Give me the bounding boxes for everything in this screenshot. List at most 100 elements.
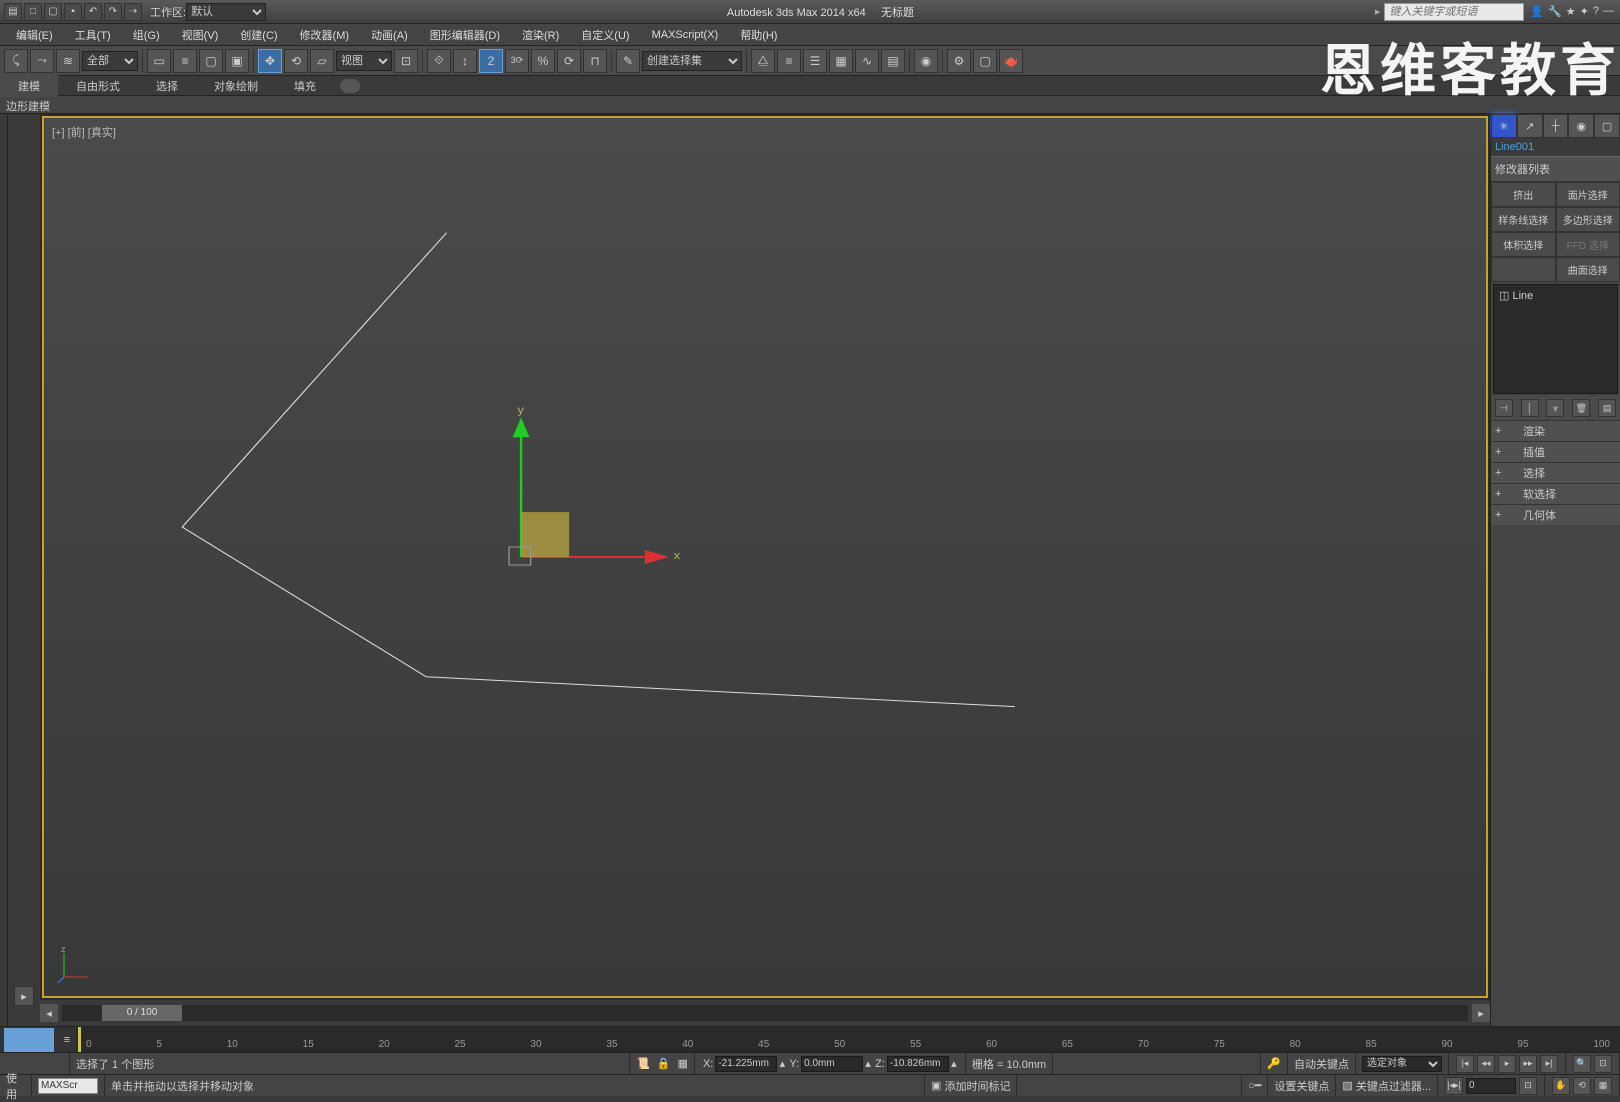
rollout-interpolation[interactable]: +插值 [1491, 441, 1620, 462]
select-manipulate-icon[interactable]: ⟐ [427, 49, 451, 73]
redo-icon[interactable]: ↷ [104, 3, 122, 21]
btn-extrude[interactable]: 挤出 [1491, 182, 1556, 207]
ribbon-toggle[interactable] [340, 79, 360, 93]
help-icon[interactable]: ? [1593, 5, 1599, 18]
use-center-icon[interactable]: ⊡ [394, 49, 418, 73]
make-unique-icon[interactable]: ⩔ [1546, 399, 1564, 417]
menu-modifiers[interactable]: 修改器(M) [290, 24, 360, 46]
align-icon[interactable]: ≡ [777, 49, 801, 73]
rollout-softsel[interactable]: +软选择 [1491, 483, 1620, 504]
tab-motion-icon[interactable]: ◉ [1568, 114, 1594, 138]
render-setup-icon[interactable]: ⚙ [947, 49, 971, 73]
select-object-icon[interactable]: ▭ [147, 49, 171, 73]
key-mode-icon[interactable]: ▧ [1342, 1079, 1352, 1092]
pan-icon[interactable]: ✋ [1552, 1077, 1570, 1095]
menu-tools[interactable]: 工具(T) [65, 24, 121, 46]
layers-icon[interactable]: ☰ [803, 49, 827, 73]
select-region-icon[interactable]: ▢ [199, 49, 223, 73]
material-editor-icon[interactable]: ◉ [914, 49, 938, 73]
track-menu-icon[interactable]: ≡ [58, 1027, 76, 1052]
menu-maxscript[interactable]: MAXScript(X) [642, 26, 729, 44]
graphite-icon[interactable]: ▦ [829, 49, 853, 73]
mirror-icon[interactable]: ⧋ [751, 49, 775, 73]
menu-rendering[interactable]: 渲染(R) [512, 24, 569, 46]
tab-display-icon[interactable]: ▢ [1594, 114, 1620, 138]
rollout-rendering[interactable]: +渲染 [1491, 420, 1620, 441]
spinner-snap-icon[interactable]: ⟳ [557, 49, 581, 73]
time-track[interactable]: 0 / 100 [62, 1005, 1468, 1021]
large-key-icon[interactable]: ○━ [1242, 1075, 1268, 1096]
menu-help[interactable]: 帮助(H) [730, 24, 787, 46]
time-config-icon[interactable]: ⊡ [1519, 1077, 1537, 1095]
tab-freeform[interactable]: 自由形式 [58, 75, 138, 97]
zoom-icon[interactable]: 🔍 [1573, 1055, 1591, 1073]
key-icon[interactable]: 🔧 [1548, 5, 1562, 18]
tab-hierarchy-icon[interactable]: ┼ [1543, 114, 1569, 138]
angle-snap-icon[interactable]: 3⟳ [505, 49, 529, 73]
link-icon[interactable]: ⇢ [124, 3, 142, 21]
x-coord-input[interactable] [715, 1056, 777, 1072]
stack-item-line[interactable]: ◫ Line [1497, 288, 1614, 303]
zoom-all-icon[interactable]: ⊡ [1594, 1055, 1612, 1073]
pin-stack-icon[interactable]: ⊣ [1495, 399, 1513, 417]
add-time-tag[interactable]: 添加时间标记 [944, 1078, 1010, 1094]
key-target-select[interactable]: 选定对象 [1362, 1056, 1442, 1072]
z-coord-input[interactable] [887, 1056, 949, 1072]
save-icon[interactable]: ▪ [64, 3, 82, 21]
track-thumb[interactable] [4, 1028, 54, 1052]
script-icon[interactable]: 📜 [636, 1057, 650, 1070]
btn-surf-select[interactable]: 曲面选择 [1556, 257, 1620, 282]
undo-icon[interactable]: ↶ [84, 3, 102, 21]
workspace-select[interactable]: 默认 [186, 3, 266, 21]
scale-icon[interactable]: ▱ [310, 49, 334, 73]
tab-modeling[interactable]: 建模 [0, 75, 58, 97]
schematic-icon[interactable]: ▤ [881, 49, 905, 73]
orbit-icon[interactable]: ⟲ [1573, 1077, 1591, 1095]
bind-icon[interactable]: ≋ [56, 49, 80, 73]
tab-create-icon[interactable]: ✳ [1491, 114, 1517, 138]
current-frame-input[interactable] [1466, 1078, 1516, 1094]
time-prev-icon[interactable]: ◂ [40, 1004, 58, 1022]
time-slider[interactable]: ◂ 0 / 100 ▸ [40, 1000, 1490, 1026]
tab-modify-icon[interactable]: ↗ [1517, 114, 1543, 138]
lock-icon[interactable]: 🔒 [657, 1057, 671, 1070]
modifier-list-label[interactable]: 修改器列表 [1491, 156, 1620, 182]
tab-object-paint[interactable]: 对象绘制 [196, 75, 276, 97]
configure-icon[interactable]: ▤ [1598, 399, 1616, 417]
ref-coord-select[interactable]: 视图 [336, 51, 392, 71]
btn-spline-select[interactable]: 样条线选择 [1491, 207, 1556, 232]
selection-filter-select[interactable]: 全部 [82, 51, 138, 71]
menu-create[interactable]: 创建(C) [230, 24, 287, 46]
render-frame-icon[interactable]: ▢ [973, 49, 997, 73]
minimize-icon[interactable]: — [1603, 5, 1614, 18]
select-link-icon[interactable]: ⤹ [4, 49, 28, 73]
star-icon[interactable]: ★ [1566, 5, 1576, 18]
set-key-button[interactable]: 设置关键点 [1268, 1075, 1336, 1096]
auto-key-button[interactable]: 自动关键点 [1288, 1053, 1356, 1074]
keyboard-shortcut-icon[interactable]: ↕ [453, 49, 477, 73]
curve-editor-icon[interactable]: ∿ [855, 49, 879, 73]
goto-start-icon[interactable]: |◂ [1456, 1055, 1474, 1073]
time-ruler[interactable]: 0510152025303540455055606570758085909510… [76, 1027, 1620, 1052]
time-next-icon[interactable]: ▸ [1472, 1004, 1490, 1022]
btn-poly-select[interactable]: 多边形选择 [1556, 207, 1620, 232]
time-handle[interactable]: 0 / 100 [102, 1005, 182, 1021]
max-viewport-icon[interactable]: ▦ [1594, 1077, 1612, 1095]
expand-left-icon[interactable]: ▸ [14, 986, 34, 1006]
next-frame-icon[interactable]: ▸▸ [1519, 1055, 1537, 1073]
search-input[interactable] [1384, 3, 1524, 21]
iso-icon[interactable]: ▦ [678, 1057, 688, 1070]
remove-mod-icon[interactable]: 🗑 [1572, 399, 1590, 417]
rollout-geometry[interactable]: +几何体 [1491, 504, 1620, 525]
new-icon[interactable]: □ [24, 3, 42, 21]
render-icon[interactable]: 🫖 [999, 49, 1023, 73]
prev-frame-icon[interactable]: ◂◂ [1477, 1055, 1495, 1073]
object-name-field[interactable]: Line001 [1491, 138, 1620, 156]
show-end-icon[interactable]: │ [1521, 399, 1539, 417]
rollout-selection[interactable]: +选择 [1491, 462, 1620, 483]
tab-populate[interactable]: 填充 [276, 75, 334, 97]
select-by-name-icon[interactable]: ≡ [173, 49, 197, 73]
menu-edit[interactable]: 编辑(E) [6, 24, 63, 46]
edit-named-sel-icon[interactable]: ✎ [616, 49, 640, 73]
snap-2d-icon[interactable]: 2 [479, 49, 503, 73]
